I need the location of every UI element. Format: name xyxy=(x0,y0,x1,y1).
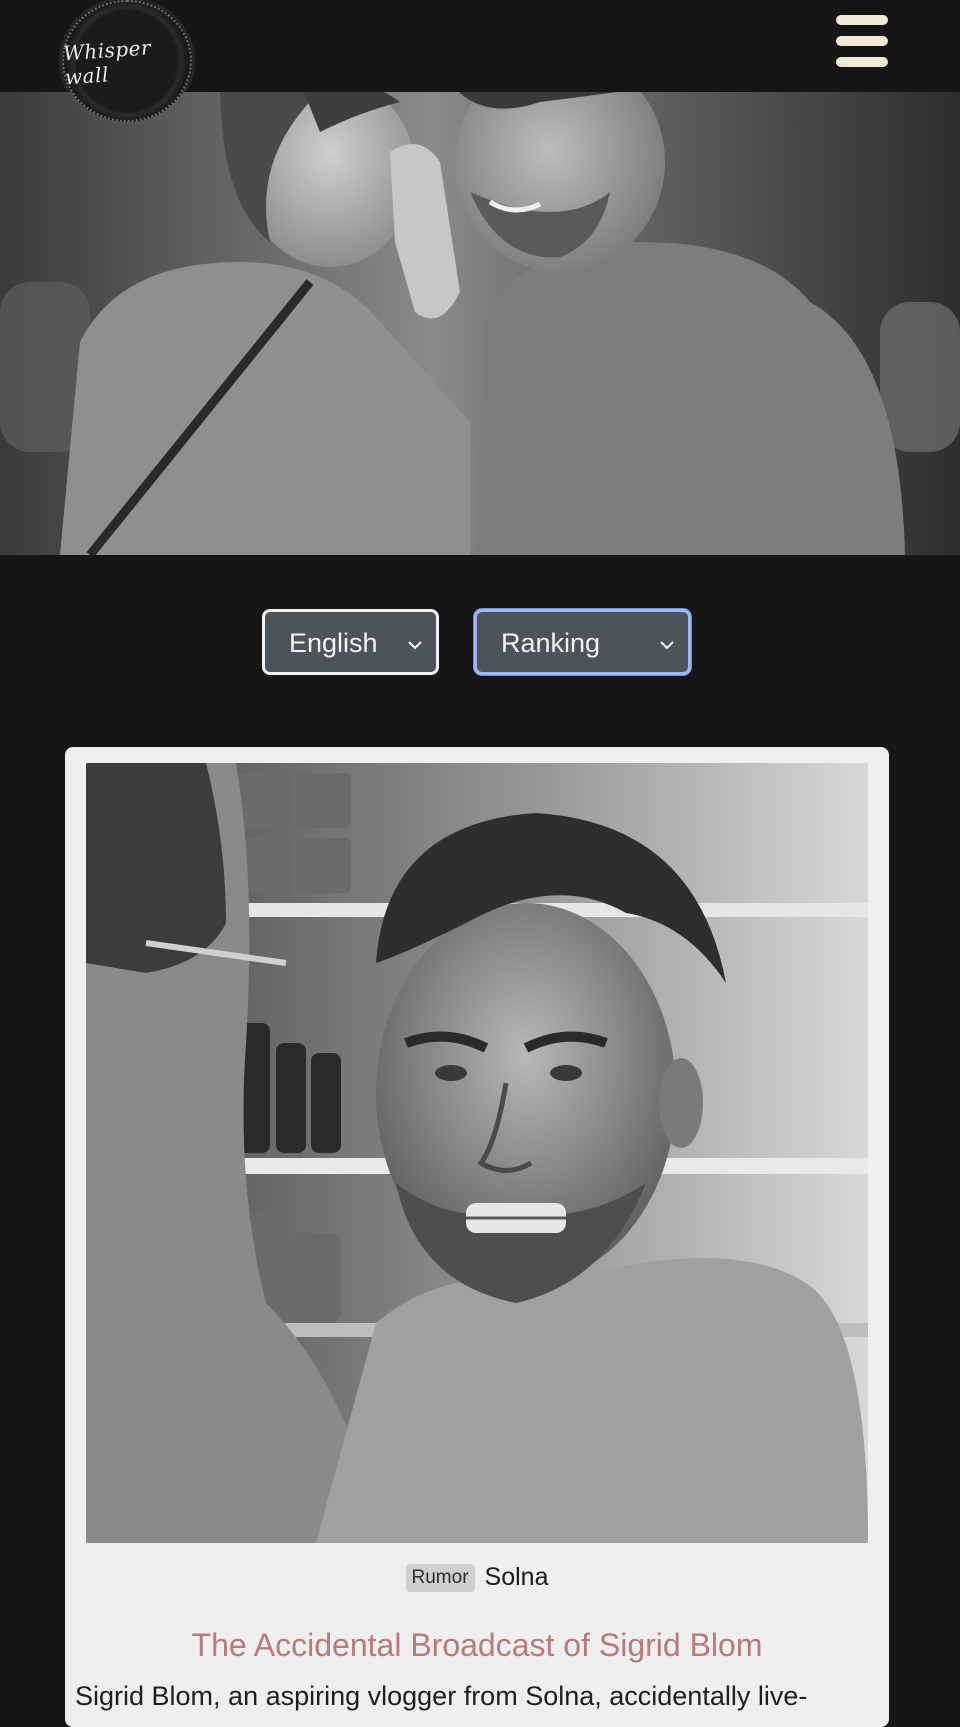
chevron-down-icon xyxy=(408,641,422,650)
story-title-link[interactable]: The Accidental Broadcast of Sigrid Blom xyxy=(65,1627,889,1664)
story-location: Solna xyxy=(484,1563,549,1591)
hero-image xyxy=(0,92,960,555)
logo-text: Whisper wall xyxy=(62,35,152,90)
story-image[interactable] xyxy=(86,763,868,1543)
site-logo[interactable]: Whisper wall xyxy=(62,0,192,122)
story-card[interactable]: Rumor Solna The Accidental Broadcast of … xyxy=(65,747,889,1727)
sort-select[interactable]: Ranking xyxy=(474,609,691,675)
hamburger-icon xyxy=(836,15,888,25)
sort-select-value: Ranking xyxy=(501,628,601,658)
language-select-value: English xyxy=(289,628,378,658)
story-excerpt: Sigrid Blom, an aspiring vlogger from So… xyxy=(75,1681,808,1711)
language-select[interactable]: English xyxy=(262,609,439,675)
menu-bar-bottom xyxy=(836,57,888,67)
story-meta: Rumor Solna xyxy=(65,1563,889,1592)
menu-bar-middle xyxy=(836,36,888,46)
hamburger-menu-button[interactable] xyxy=(834,14,890,70)
category-badge[interactable]: Rumor xyxy=(405,1563,475,1592)
chevron-down-icon xyxy=(660,641,674,650)
